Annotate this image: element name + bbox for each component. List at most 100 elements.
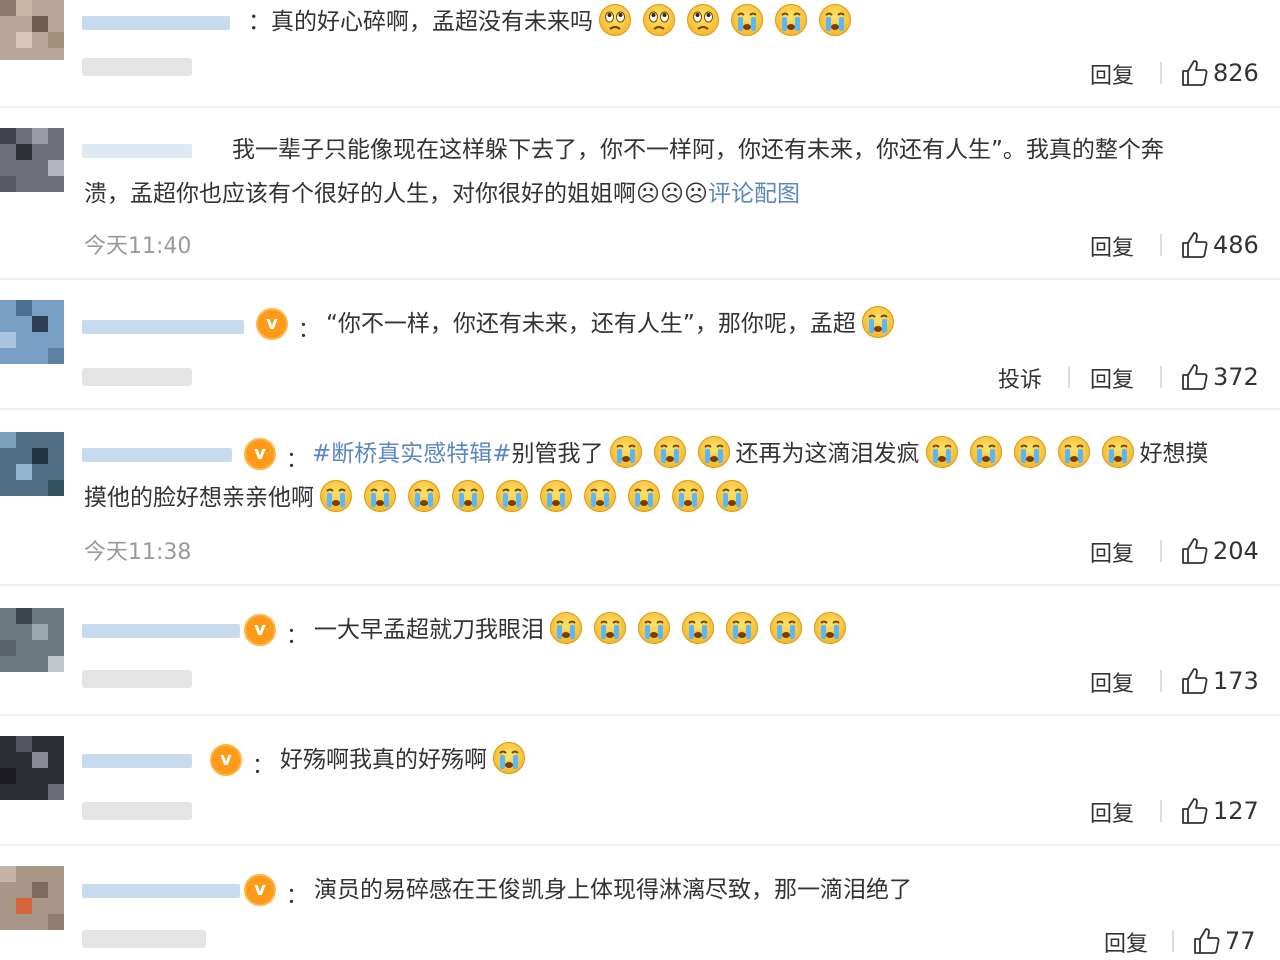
username[interactable] xyxy=(82,448,232,462)
verified-badge-icon: v xyxy=(256,308,288,340)
cry-emoji-icon xyxy=(609,435,643,469)
cry-emoji-icon xyxy=(319,479,353,513)
timestamp xyxy=(82,930,206,948)
like-count: 372 xyxy=(1213,363,1259,391)
cry-emoji-icon xyxy=(969,435,1003,469)
divider xyxy=(1160,234,1162,256)
timestamp: 今天11:40 xyxy=(84,234,192,259)
like-button[interactable]: 173 xyxy=(1180,666,1259,696)
colon: ： xyxy=(252,754,275,779)
comment-text: ：真的好心碎啊，孟超没有未来吗 xyxy=(248,0,857,44)
like-button[interactable]: 826 xyxy=(1180,58,1259,88)
cry-emoji-icon xyxy=(593,611,627,645)
colon: ： xyxy=(286,884,309,909)
comment-text: 演员的易碎感在王俊凯身上体现得淋漓尽致，那一滴泪绝了 xyxy=(314,877,912,903)
cry-emoji-icon xyxy=(725,611,759,645)
cry-emoji-icon xyxy=(637,611,671,645)
like-button[interactable]: 486 xyxy=(1180,230,1259,260)
cry-emoji-icon xyxy=(818,3,852,37)
divider xyxy=(1160,670,1162,692)
cry-emoji-icon xyxy=(549,611,583,645)
reply-button[interactable]: 回复 xyxy=(1090,796,1134,828)
cry-emoji-icon xyxy=(492,741,526,775)
like-count: 826 xyxy=(1213,59,1259,87)
like-button[interactable]: 204 xyxy=(1180,536,1259,566)
reply-button[interactable]: 回复 xyxy=(1090,362,1134,394)
reply-button[interactable]: 回复 xyxy=(1104,926,1148,958)
thumbs-up-icon xyxy=(1192,926,1222,956)
comment-item: 我一辈子只能像现在这样躲下去了，你不一样阿，你还有未来，你还有人生”。我真的整个… xyxy=(0,108,1280,280)
username[interactable] xyxy=(82,16,230,30)
thumbs-up-icon xyxy=(1180,58,1210,88)
comment-image-link[interactable]: 评论配图 xyxy=(708,181,800,207)
colon: ： xyxy=(298,318,321,343)
username[interactable] xyxy=(82,144,192,158)
cry-emoji-icon xyxy=(769,611,803,645)
username[interactable] xyxy=(82,754,192,768)
avatar[interactable] xyxy=(0,300,64,364)
reply-button[interactable]: 回复 xyxy=(1090,666,1134,698)
comment-text: 好殇啊我真的好殇啊 xyxy=(280,738,531,782)
username[interactable] xyxy=(82,884,240,898)
username[interactable] xyxy=(82,320,244,334)
cry-emoji-icon xyxy=(653,435,687,469)
cry-emoji-icon xyxy=(813,611,847,645)
reply-button[interactable]: 回复 xyxy=(1090,536,1134,568)
reply-button[interactable]: 回复 xyxy=(1090,230,1134,262)
like-count: 77 xyxy=(1225,927,1256,955)
verified-badge-icon: v xyxy=(244,438,276,470)
comment-item: v ： #断桥真实感特辑#别管我了 还再为这滴泪发疯 好想摸 摸他的脸好想亲亲他啊 … xyxy=(0,410,1280,586)
comment-text: 我一辈子只能像现在这样躲下去了，你不一样阿，你还有未来，你还有人生”。我真的整个… xyxy=(232,137,1164,163)
username[interactable] xyxy=(82,624,240,638)
avatar[interactable] xyxy=(0,432,64,496)
cry-emoji-icon xyxy=(671,479,705,513)
like-button[interactable]: 77 xyxy=(1192,926,1256,956)
timestamp xyxy=(82,670,192,688)
report-button[interactable]: 投诉 xyxy=(998,362,1042,394)
cry-emoji-icon xyxy=(539,479,573,513)
avatar[interactable] xyxy=(0,0,64,60)
divider xyxy=(1160,540,1162,562)
timestamp: 今天11:38 xyxy=(84,540,192,565)
reply-button[interactable]: 回复 xyxy=(1090,58,1134,90)
timestamp xyxy=(82,368,192,386)
cry-emoji-icon xyxy=(861,305,895,339)
thumbs-up-icon xyxy=(1180,666,1210,696)
colon: ： xyxy=(286,624,309,649)
cry-emoji-icon xyxy=(925,435,959,469)
like-count: 173 xyxy=(1213,667,1259,695)
comment-text: #断桥真实感特辑#别管我了 还再为这滴泪发疯 好想摸 xyxy=(312,432,1209,476)
like-count: 127 xyxy=(1213,797,1259,825)
comment-item: v ： 一大早孟超就刀我眼泪 回复 173 xyxy=(0,586,1280,716)
like-button[interactable]: 372 xyxy=(1180,362,1259,392)
comment-item: ：真的好心碎啊，孟超没有未来吗 回复 826 xyxy=(0,0,1280,108)
cry-emoji-icon xyxy=(1101,435,1135,469)
like-button[interactable]: 127 xyxy=(1180,796,1259,826)
cry-emoji-icon xyxy=(730,3,764,37)
avatar[interactable] xyxy=(0,128,64,192)
thumbs-up-icon xyxy=(1180,536,1210,566)
thumbs-up-icon xyxy=(1180,796,1210,826)
cry-emoji-icon xyxy=(451,479,485,513)
comment-item: v ： 演员的易碎感在王俊凯身上体现得淋漓尽致，那一滴泪绝了 回复 77 xyxy=(0,846,1280,960)
cry-emoji-icon xyxy=(407,479,441,513)
sad-emoji-icon xyxy=(598,3,632,37)
cry-emoji-icon xyxy=(627,479,661,513)
hashtag-link[interactable]: #断桥真实感特辑# xyxy=(312,441,512,467)
comment-text: 一大早孟超就刀我眼泪 xyxy=(314,608,852,652)
avatar[interactable] xyxy=(0,866,64,930)
avatar[interactable] xyxy=(0,608,64,672)
sad-emoji-icon xyxy=(686,3,720,37)
comment-item: v ： “你不一样，你还有未来，还有人生”，那你呢，孟超 投诉 回复 372 xyxy=(0,280,1280,410)
verified-badge-icon: v xyxy=(244,874,276,906)
cry-emoji-icon xyxy=(774,3,808,37)
comment-text-continued: 摸他的脸好想亲亲他啊 xyxy=(84,476,754,520)
comment-text-continued: 溃，孟超你也应该有个很好的人生，对你很好的姐姐啊☹☹☹评论配图 xyxy=(84,181,800,207)
timestamp xyxy=(82,58,192,76)
cry-emoji-icon xyxy=(495,479,529,513)
cry-emoji-icon xyxy=(583,479,617,513)
divider xyxy=(1160,366,1162,388)
avatar[interactable] xyxy=(0,736,64,800)
verified-badge-icon: v xyxy=(244,614,276,646)
divider xyxy=(1068,366,1070,388)
